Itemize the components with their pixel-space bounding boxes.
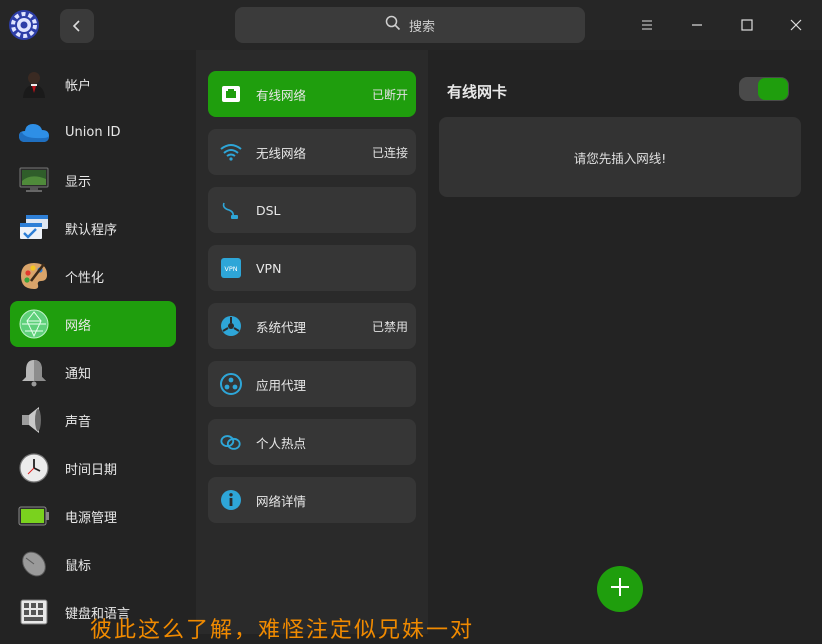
bell-icon — [18, 356, 50, 388]
sidebar-item-personalization[interactable]: 个性化 — [10, 253, 176, 299]
sidebar-item-network[interactable]: 网络 — [10, 301, 176, 347]
network-item-label: VPN — [256, 260, 282, 276]
sidebar-item-label: Union ID — [65, 124, 121, 140]
default-apps-icon — [18, 212, 50, 244]
network-item-label: 有线网络 — [256, 87, 307, 103]
sidebar-item-account[interactable]: 帐户 — [10, 61, 176, 107]
network-item-label: 网络详情 — [256, 493, 307, 509]
svg-text:VPN: VPN — [224, 265, 237, 273]
network-item-status: 已禁用 — [371, 319, 408, 334]
network-item-dsl[interactable]: DSL — [208, 187, 416, 233]
network-item-app-proxy[interactable]: 应用代理 — [208, 361, 416, 407]
panel-title: 有线网卡 — [447, 83, 508, 101]
user-avatar-icon — [18, 68, 50, 100]
sidebar-item-label: 网络 — [65, 318, 92, 334]
chevron-left-icon — [71, 17, 83, 36]
search-input[interactable]: 搜索 — [235, 7, 585, 43]
sidebar-item-union-id[interactable]: Union ID — [10, 109, 176, 155]
close-icon — [790, 16, 802, 35]
gear-icon[interactable] — [8, 9, 40, 41]
info-icon — [220, 489, 242, 511]
network-item-wired[interactable]: 有线网络 已断开 — [208, 71, 416, 117]
sidebar-item-datetime[interactable]: 时间日期 — [10, 445, 176, 491]
monitor-icon — [18, 164, 50, 196]
cloud-icon — [18, 116, 50, 148]
network-item-label: 系统代理 — [256, 319, 307, 335]
mouse-icon — [18, 548, 50, 580]
palette-icon — [18, 260, 50, 292]
clock-icon — [18, 452, 50, 484]
sidebar-item-sound[interactable]: 声音 — [10, 397, 176, 443]
sidebar-item-label: 鼠标 — [65, 558, 92, 574]
sidebar-item-label: 个性化 — [65, 270, 105, 286]
network-item-hotspot[interactable]: 个人热点 — [208, 419, 416, 465]
sidebar-item-label: 电源管理 — [65, 510, 118, 526]
battery-icon — [18, 500, 50, 532]
menu-button[interactable] — [632, 10, 662, 40]
network-item-details[interactable]: 网络详情 — [208, 477, 416, 523]
network-item-label: 个人热点 — [256, 435, 307, 451]
sidebar-item-power[interactable]: 电源管理 — [10, 493, 176, 539]
app-proxy-icon — [220, 373, 242, 395]
search-icon — [385, 15, 401, 35]
sidebar-item-label: 显示 — [65, 174, 92, 190]
network-item-status: 已断开 — [371, 87, 408, 102]
toggle-knob — [758, 78, 788, 100]
wired-network-icon — [220, 83, 242, 105]
plug-in-notice: 请您先插入网线! — [439, 117, 801, 197]
maximize-button[interactable] — [732, 10, 762, 40]
network-item-label: 无线网络 — [256, 145, 307, 161]
system-proxy-icon — [220, 315, 242, 337]
title-bar: 搜索 — [0, 0, 822, 50]
sidebar-item-label: 声音 — [65, 414, 92, 430]
wifi-icon — [220, 141, 242, 163]
minimize-icon — [691, 16, 703, 35]
speaker-icon — [18, 404, 50, 436]
network-item-label: 应用代理 — [256, 377, 307, 393]
sidebar-item-notifications[interactable]: 通知 — [10, 349, 176, 395]
network-item-wireless[interactable]: 无线网络 已连接 — [208, 129, 416, 175]
sidebar-item-label: 默认程序 — [65, 222, 118, 238]
network-menu: 有线网络 已断开 无线网络 已连接 DSL VPN VPN 系统代理 已禁用 应… — [196, 50, 428, 634]
wired-card-toggle[interactable] — [739, 77, 789, 101]
menu-icon — [641, 16, 653, 35]
close-button[interactable] — [781, 10, 811, 40]
sidebar-item-label: 通知 — [65, 366, 92, 382]
sidebar-item-mouse[interactable]: 鼠标 — [10, 541, 176, 587]
search-placeholder: 搜索 — [408, 19, 435, 35]
sidebar-item-default-apps[interactable]: 默认程序 — [10, 205, 176, 251]
keyboard-icon — [18, 596, 50, 628]
network-item-label: DSL — [256, 202, 281, 218]
sidebar-item-display[interactable]: 显示 — [10, 157, 176, 203]
add-connection-button[interactable] — [597, 566, 643, 612]
wired-panel: 有线网卡 请您先插入网线! — [430, 50, 822, 634]
network-globe-icon — [18, 308, 50, 340]
sidebar-item-label: 时间日期 — [65, 462, 118, 478]
dsl-icon — [220, 199, 242, 221]
vpn-icon: VPN — [220, 257, 242, 279]
back-button[interactable] — [60, 9, 94, 43]
network-item-status: 已连接 — [371, 145, 408, 160]
hotspot-icon — [220, 431, 242, 453]
maximize-icon — [741, 16, 753, 35]
plus-icon — [609, 576, 631, 602]
network-item-system-proxy[interactable]: 系统代理 已禁用 — [208, 303, 416, 349]
network-item-vpn[interactable]: VPN VPN — [208, 245, 416, 291]
subtitle-overlay: 彼此这么了解，难怪注定似兄妹一对 — [90, 618, 475, 643]
sidebar-item-label: 帐户 — [65, 78, 92, 94]
minimize-button[interactable] — [682, 10, 712, 40]
sidebar: 帐户 Union ID 显示 默认程序 个性化 网络 通知 声音 时间日期 电源… — [0, 50, 188, 634]
